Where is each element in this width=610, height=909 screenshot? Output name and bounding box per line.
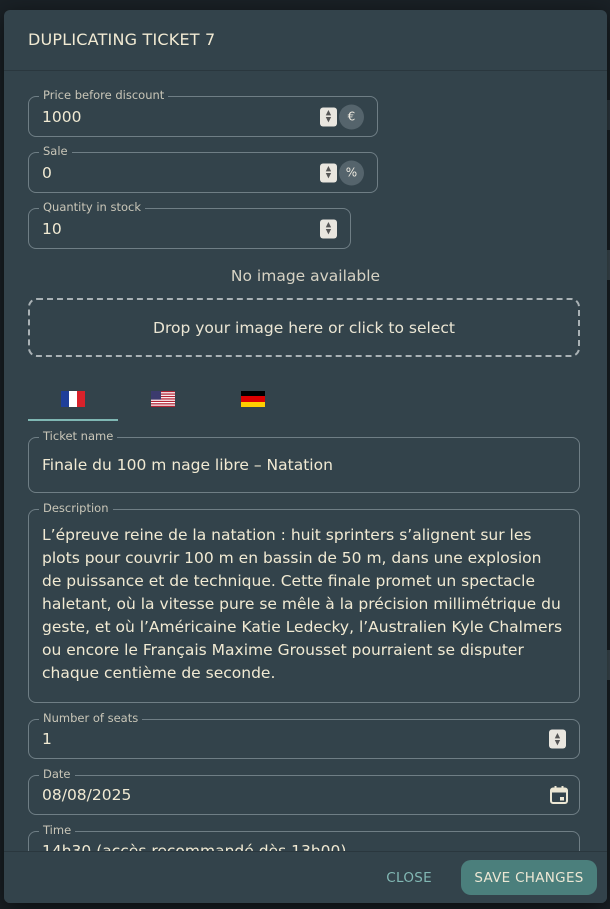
close-button[interactable]: CLOSE (376, 862, 442, 894)
dialog-content: Price before discount 1000 ▲ ▼ € Sale 0 … (4, 71, 607, 851)
description-label: Description (39, 501, 113, 515)
dropzone-label: Drop your image here or click to select (153, 318, 455, 337)
stock-field[interactable]: Quantity in stock 10 ▲ ▼ (28, 200, 351, 249)
chevron-down-icon[interactable]: ▼ (326, 172, 331, 180)
dialog-actions: CLOSE SAVE CHANGES (4, 851, 607, 903)
sale-stepper[interactable]: ▲ ▼ (320, 163, 337, 182)
chevron-down-icon[interactable]: ▼ (326, 116, 331, 124)
date-label: Date (39, 767, 75, 781)
percent-adornment: % (339, 160, 364, 185)
duplicate-ticket-dialog: DUPLICATING TICKET 7 Price before discou… (4, 10, 607, 903)
tab-fr[interactable] (28, 379, 118, 419)
seats-stepper[interactable]: ▲ ▼ (549, 729, 566, 749)
date-value[interactable]: 08/08/2025 (42, 786, 131, 804)
save-changes-button[interactable]: SAVE CHANGES (461, 860, 597, 895)
no-image-text: No image available (230, 267, 381, 285)
tab-en-us[interactable] (118, 379, 208, 419)
stock-stepper[interactable]: ▲ ▼ (320, 219, 337, 238)
sale-field[interactable]: Sale 0 ▲ ▼ % (28, 144, 378, 193)
description-text[interactable]: L’épreuve reine de la natation : huit sp… (42, 524, 563, 685)
euro-adornment: € (339, 104, 364, 129)
sale-value[interactable]: 0 (42, 164, 52, 182)
flag-usa-icon (151, 391, 175, 407)
seats-value[interactable]: 1 (42, 730, 52, 748)
stock-label: Quantity in stock (39, 200, 146, 214)
calendar-icon[interactable] (549, 785, 569, 805)
stock-value[interactable]: 10 (42, 220, 62, 238)
ticket-name-label: Ticket name (39, 429, 118, 443)
time-value[interactable]: 14h30 (accès recommandé dès 13h00) (42, 842, 346, 851)
tab-de[interactable] (208, 379, 298, 419)
price-stepper[interactable]: ▲ ▼ (320, 107, 337, 126)
flag-germany-icon (241, 391, 265, 407)
chevron-down-icon[interactable]: ▼ (326, 228, 331, 236)
description-field[interactable]: Description L’épreuve reine de la natati… (28, 501, 580, 703)
date-field[interactable]: Date 08/08/2025 (28, 767, 580, 815)
seats-field[interactable]: Number of seats 1 ▲ ▼ (28, 711, 580, 759)
dialog-title: DUPLICATING TICKET 7 (28, 30, 216, 49)
sale-label: Sale (39, 144, 72, 158)
image-dropzone[interactable]: Drop your image here or click to select (28, 298, 580, 357)
ticket-name-field[interactable]: Ticket name Finale du 100 m nage libre –… (28, 429, 580, 493)
price-value[interactable]: 1000 (42, 108, 81, 126)
active-tab-indicator (28, 419, 118, 421)
seats-label: Number of seats (39, 711, 143, 725)
time-field[interactable]: Time 14h30 (accès recommandé dès 13h00) (28, 823, 580, 851)
price-field[interactable]: Price before discount 1000 ▲ ▼ € (28, 88, 378, 137)
price-label: Price before discount (39, 88, 169, 102)
time-label: Time (39, 823, 76, 837)
ticket-name-value[interactable]: Finale du 100 m nage libre – Natation (42, 456, 333, 474)
flag-france-icon (61, 391, 85, 407)
language-tabs (28, 379, 580, 421)
chevron-down-icon[interactable]: ▼ (555, 739, 560, 746)
